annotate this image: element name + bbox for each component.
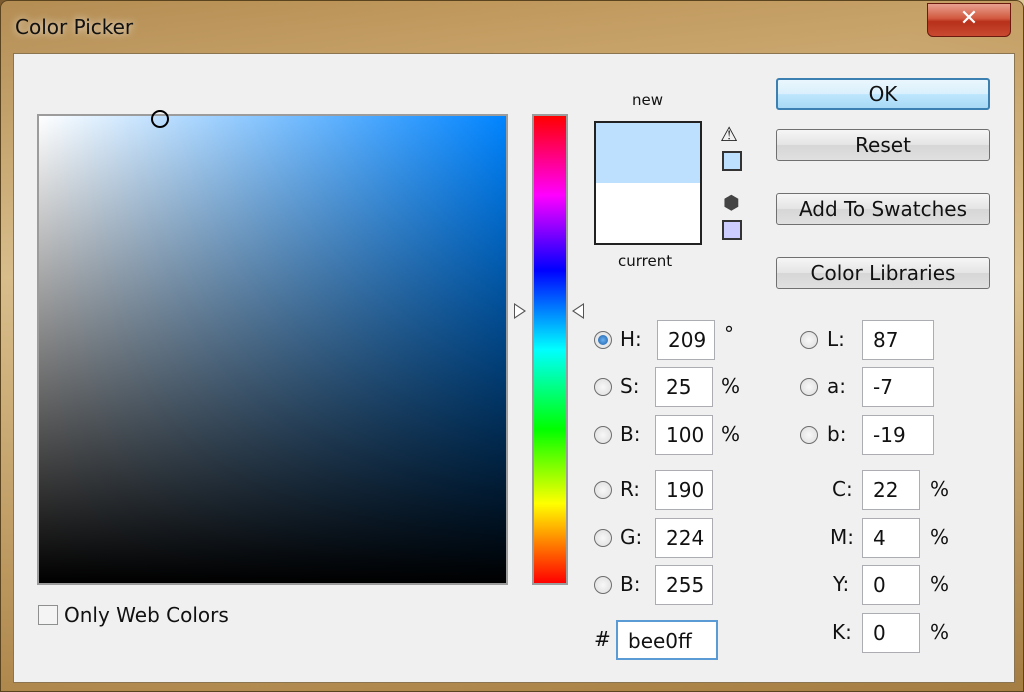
red-label: R: (620, 477, 641, 501)
hue-label: H: (620, 327, 642, 351)
yellow-label: Y: (833, 572, 850, 596)
reset-button[interactable]: Reset (776, 129, 990, 161)
magenta-field[interactable]: 4 (862, 518, 920, 558)
color-picker-window: Color Picker ✕ new current ⚠ ⬢ OK Reset … (0, 0, 1024, 692)
b-channel-label: b: (827, 422, 847, 446)
saturation-field[interactable]: 25 (655, 367, 713, 407)
green-field[interactable]: 224 (655, 518, 713, 558)
green-radio[interactable] (594, 529, 612, 547)
a-channel-label: a: (827, 374, 846, 398)
blue-field[interactable]: 255 (655, 565, 713, 605)
hue-unit: ° (724, 322, 734, 346)
hue-radio[interactable] (594, 331, 612, 349)
lightness-label: L: (827, 327, 845, 351)
black-unit: % (930, 620, 950, 644)
blue-radio[interactable] (594, 576, 612, 594)
only-web-colors-label[interactable]: Only Web Colors (64, 603, 229, 627)
magenta-unit: % (930, 525, 950, 549)
blue-label: B: (620, 572, 641, 596)
web-safe-swatch[interactable] (722, 220, 742, 240)
cube-icon[interactable]: ⬢ (723, 192, 740, 214)
black-label: K: (832, 620, 852, 644)
close-icon: ✕ (959, 6, 979, 31)
saturation-radio[interactable] (594, 378, 612, 396)
cyan-label: C: (832, 477, 853, 501)
add-to-swatches-button[interactable]: Add To Swatches (776, 193, 990, 225)
warning-triangle-icon[interactable]: ⚠ (720, 122, 738, 146)
ok-button[interactable]: OK (776, 78, 990, 110)
magenta-label: M: (830, 525, 854, 549)
brightness-field[interactable]: 100 (655, 415, 713, 455)
color-comparison-swatch (594, 121, 702, 245)
yellow-field[interactable]: 0 (862, 565, 920, 605)
brightness-radio[interactable] (594, 426, 612, 444)
a-channel-field[interactable]: -7 (862, 367, 934, 407)
red-radio[interactable] (594, 481, 612, 499)
gamut-warning-swatch[interactable] (722, 151, 742, 171)
close-button[interactable]: ✕ (927, 3, 1011, 37)
hue-field[interactable]: 209 (657, 320, 715, 360)
hue-slider-left-arrow-icon[interactable] (514, 303, 526, 319)
new-color-swatch (596, 123, 700, 183)
lightness-radio[interactable] (800, 331, 818, 349)
cyan-field[interactable]: 22 (862, 470, 920, 510)
window-title: Color Picker (15, 15, 134, 39)
title-bar[interactable]: Color Picker ✕ (1, 1, 1023, 51)
hue-slider-right-arrow-icon[interactable] (572, 303, 584, 319)
saturation-label: S: (620, 374, 640, 398)
b-channel-field[interactable]: -19 (862, 415, 934, 455)
current-color-label: current (618, 252, 673, 270)
dialog-body: new current ⚠ ⬢ OK Reset Add To Swatches… (13, 53, 1015, 683)
b-channel-radio[interactable] (800, 426, 818, 444)
color-field-marker[interactable] (151, 110, 169, 128)
a-channel-radio[interactable] (800, 378, 818, 396)
color-libraries-button[interactable]: Color Libraries (776, 257, 990, 289)
yellow-unit: % (930, 572, 950, 596)
black-field[interactable]: 0 (862, 613, 920, 653)
hex-field[interactable]: bee0ff (616, 620, 718, 660)
new-color-label: new (632, 91, 664, 109)
only-web-colors-checkbox[interactable] (38, 605, 58, 625)
cyan-unit: % (930, 477, 950, 501)
brightness-unit: % (721, 422, 741, 446)
hue-slider[interactable] (532, 114, 568, 585)
hex-label: # (594, 627, 611, 651)
lightness-field[interactable]: 87 (862, 320, 934, 360)
green-label: G: (620, 525, 643, 549)
red-field[interactable]: 190 (655, 470, 713, 510)
saturation-unit: % (721, 374, 741, 398)
saturation-brightness-field[interactable] (37, 110, 508, 585)
current-color-swatch[interactable] (596, 183, 700, 243)
brightness-label: B: (620, 422, 641, 446)
